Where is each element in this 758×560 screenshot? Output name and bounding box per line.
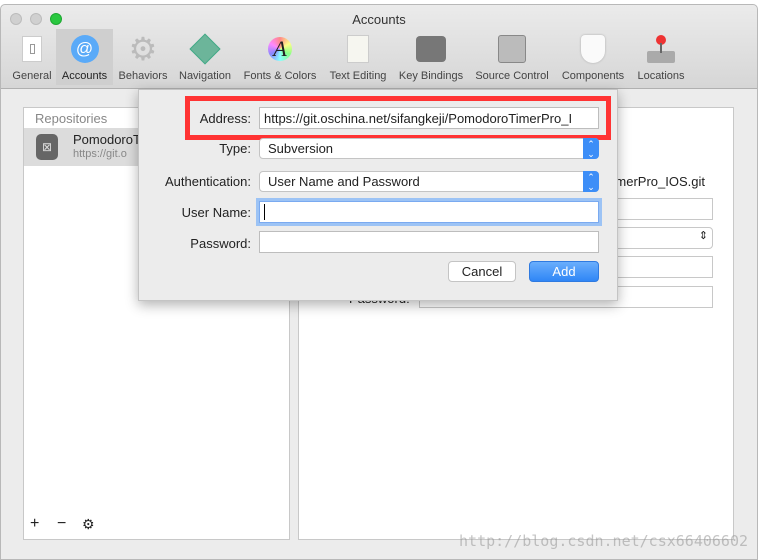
- authentication-select[interactable]: User Name and Password ⌃ ⌄: [259, 171, 599, 192]
- repository-name: PomodoroT: [73, 132, 141, 147]
- tab-accounts[interactable]: @ Accounts: [56, 29, 113, 85]
- window-title: Accounts: [352, 12, 406, 27]
- joystick-icon: [645, 33, 677, 65]
- authentication-value: User Name and Password: [268, 174, 420, 189]
- tab-locations[interactable]: Locations: [631, 29, 691, 85]
- preferences-window: Accounts General @ Accounts ⚙ Behaviors Na…: [0, 4, 758, 560]
- gear-icon[interactable]: ⚙: [82, 516, 95, 533]
- text-editing-icon: [342, 33, 374, 65]
- type-value: Subversion: [268, 141, 334, 156]
- repository-url: https://git.o: [73, 148, 127, 160]
- remove-repository-button[interactable]: −: [57, 515, 66, 533]
- highlight-box: [185, 96, 611, 140]
- chevron-updown-icon: ⌃ ⌄: [583, 138, 599, 159]
- title-bar: Accounts General @ Accounts ⚙ Behaviors Na…: [1, 5, 757, 89]
- font-color-icon: A: [264, 33, 296, 65]
- tab-behaviors[interactable]: ⚙ Behaviors: [115, 29, 171, 85]
- shield-icon: [577, 33, 609, 65]
- tab-components[interactable]: Components: [557, 29, 629, 85]
- type-label: Type:: [219, 141, 251, 156]
- user-name-input[interactable]: [259, 201, 599, 223]
- password-label: Password:: [190, 236, 251, 251]
- cancel-button[interactable]: Cancel: [448, 261, 516, 282]
- add-repository-sheet: Address: https://git.oschina.net/sifangk…: [138, 89, 618, 301]
- address-value: merPro_IOS.git: [615, 174, 705, 189]
- gear-icon: ⚙: [128, 31, 158, 67]
- text-cursor: [264, 204, 265, 220]
- general-switch-icon: [16, 33, 48, 65]
- add-button[interactable]: Add: [529, 261, 599, 282]
- navigation-arrows-icon: [189, 33, 221, 65]
- password-input[interactable]: [259, 231, 599, 253]
- add-repository-button[interactable]: +: [30, 515, 39, 533]
- tab-general[interactable]: General: [9, 29, 55, 85]
- tab-source-control[interactable]: Source Control: [471, 29, 553, 85]
- tab-key-bindings[interactable]: Key Bindings: [395, 29, 467, 85]
- type-select[interactable]: Subversion ⌃ ⌄: [259, 138, 599, 159]
- chevron-updown-icon: ⌃ ⌄: [583, 171, 599, 192]
- tab-text-editing[interactable]: Text Editing: [325, 29, 391, 85]
- repository-icon: ⊠: [36, 134, 58, 160]
- tab-fonts-colors[interactable]: A Fonts & Colors: [239, 29, 321, 85]
- at-sign-icon: @: [69, 33, 101, 65]
- safe-icon: [496, 33, 528, 65]
- user-name-label: User Name:: [181, 205, 251, 220]
- watermark: http://blog.csdn.net/csx66406602: [459, 532, 748, 550]
- tab-navigation[interactable]: Navigation: [175, 29, 235, 85]
- authentication-label: Authentication:: [164, 174, 251, 189]
- option-key-icon: [415, 33, 447, 65]
